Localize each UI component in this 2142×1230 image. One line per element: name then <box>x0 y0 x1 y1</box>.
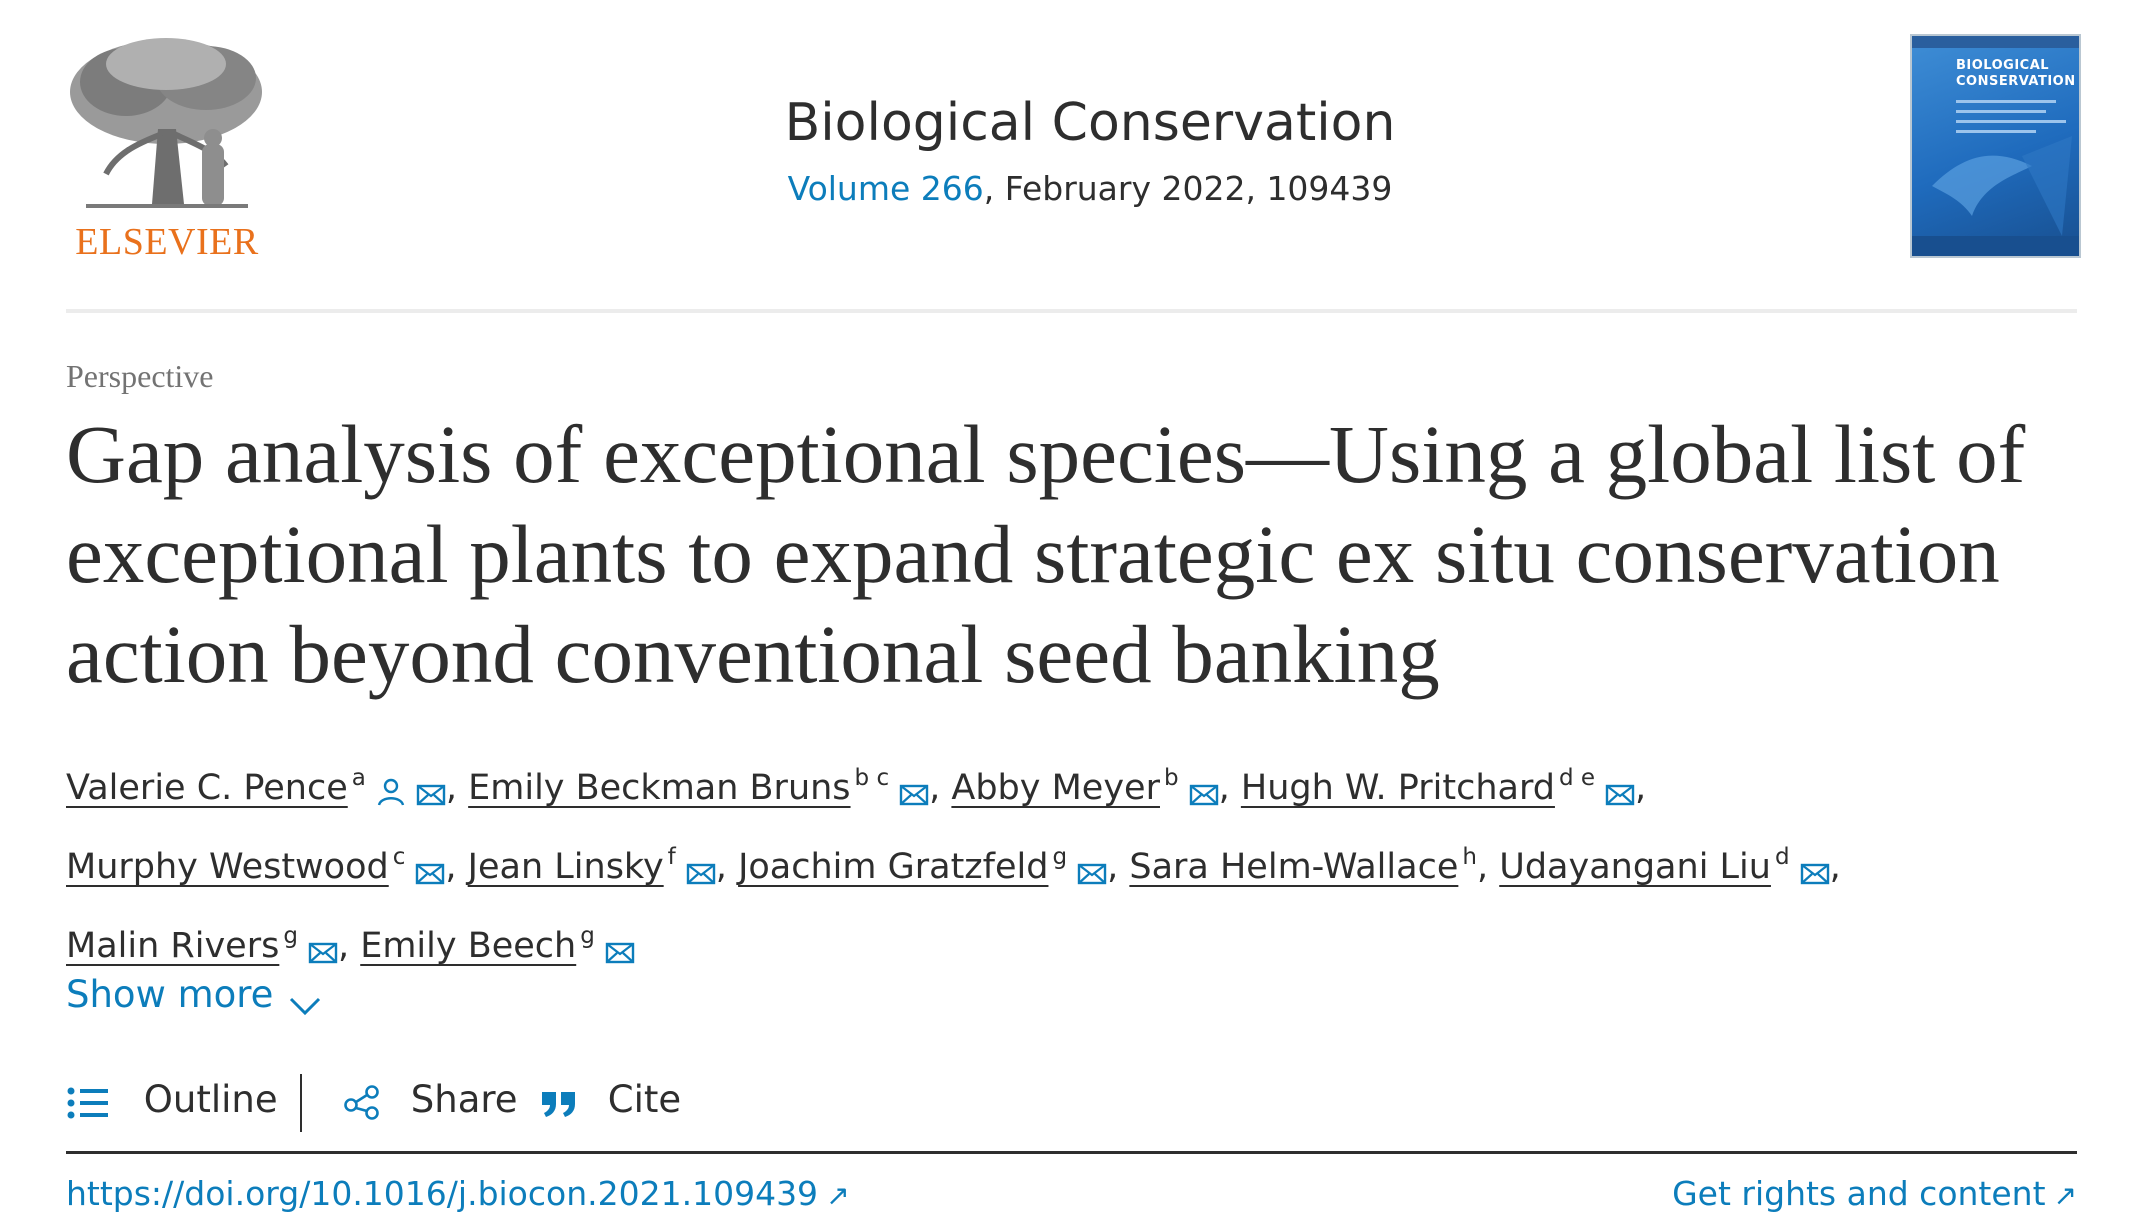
doi-url: https://doi.org/10.1016/j.biocon.2021.10… <box>66 1174 819 1213</box>
author-separator: , <box>929 768 941 808</box>
volume-link[interactable]: Volume 266 <box>788 169 984 208</box>
author-separator: , <box>337 926 350 966</box>
get-rights-label: Get rights and content <box>1672 1174 2046 1213</box>
author-separator: , <box>1829 847 1841 887</box>
email-icon[interactable] <box>415 845 445 906</box>
author-affiliation[interactable]: f <box>668 844 676 870</box>
article-title: Gap analysis of exceptional species—Usin… <box>66 408 2026 700</box>
author-name-link[interactable]: Udayangani Liu <box>1499 847 1771 887</box>
share-label: Share <box>410 1078 518 1121</box>
author-item: Murphy Westwood c, <box>66 844 468 887</box>
person-icon[interactable] <box>376 766 406 827</box>
author-separator: , <box>1107 847 1119 887</box>
share-button[interactable]: Share <box>343 1070 518 1134</box>
author-item: Emily Beech g <box>360 923 635 966</box>
author-list: Valerie C. Pence a, Emily Beckman Bruns b … <box>66 748 2077 985</box>
author-item: Sara Helm-Wallace h, <box>1129 844 1499 887</box>
toolbar-divider <box>300 1074 302 1132</box>
email-icon[interactable] <box>1077 845 1107 906</box>
author-name-link[interactable]: Hugh W. Pritchard <box>1241 768 1555 808</box>
chevron-down-icon <box>290 997 321 1016</box>
author-item: Jean Linsky f, <box>468 844 738 887</box>
author-separator: , <box>445 847 457 887</box>
list-icon <box>67 1087 108 1119</box>
email-icon[interactable] <box>605 924 635 985</box>
author-item: Udayangani Liu d, <box>1499 844 1841 887</box>
author-item: Abby Meyer b, <box>951 765 1240 808</box>
email-icon[interactable] <box>416 766 446 827</box>
get-rights-link[interactable]: Get rights and content ↗ <box>1672 1174 2077 1213</box>
email-icon[interactable] <box>686 845 716 906</box>
outline-button[interactable]: Outline <box>66 1070 278 1134</box>
email-icon[interactable] <box>899 766 929 827</box>
cover-title-line2: CONSERVATION <box>1956 74 2076 89</box>
issue-date-and-number: , February 2022, 109439 <box>983 169 1393 208</box>
author-line-3: Malin Rivers g, Emily Beech g <box>66 906 2077 985</box>
elsevier-logo[interactable]: ELSEVIER <box>66 34 268 263</box>
author-item: Malin Rivers g, <box>66 923 360 966</box>
author-line-2: Murphy Westwood c, Jean Linsky f, Joachim … <box>66 827 2077 906</box>
outline-label: Outline <box>143 1078 278 1121</box>
author-affiliation[interactable]: d e <box>1559 765 1595 791</box>
external-link-icon: ↗ <box>2053 1179 2077 1212</box>
email-icon[interactable] <box>1605 766 1635 827</box>
author-line-1: Valerie C. Pence a, Emily Beckman Bruns b … <box>66 748 2077 827</box>
cover-title-line1: BIOLOGICAL <box>1956 58 2050 73</box>
external-link-icon: ↗ <box>826 1179 850 1212</box>
cite-button[interactable]: Cite <box>540 1070 681 1134</box>
email-icon[interactable] <box>1800 845 1830 906</box>
author-separator: , <box>715 847 727 887</box>
author-item: Valerie C. Pence a, <box>66 765 468 808</box>
cite-label: Cite <box>607 1078 682 1121</box>
author-name-link[interactable]: Valerie C. Pence <box>66 768 348 808</box>
author-affiliation[interactable]: a <box>352 765 366 791</box>
show-more-label: Show more <box>66 973 274 1016</box>
author-affiliation[interactable]: g <box>580 923 595 949</box>
author-name-link[interactable]: Emily Beech <box>360 926 576 966</box>
author-separator: , <box>1635 768 1647 808</box>
journal-title[interactable]: Biological Conservation <box>540 88 1640 158</box>
author-separator: , <box>1476 847 1489 887</box>
show-more-button[interactable]: Show more <box>66 973 323 1017</box>
author-name-link[interactable]: Jean Linsky <box>468 847 664 887</box>
header-divider <box>66 309 2077 313</box>
author-item: Emily Beckman Bruns b c, <box>468 765 951 808</box>
author-separator: , <box>445 768 457 808</box>
author-affiliation[interactable]: b c <box>855 765 890 791</box>
author-item: Hugh W. Pritchard d e, <box>1241 765 1647 808</box>
author-name-link[interactable]: Abby Meyer <box>951 768 1160 808</box>
author-affiliation[interactable]: c <box>393 844 406 870</box>
journal-cover-thumbnail[interactable]: BIOLOGICAL CONSERVATION <box>1910 34 2081 258</box>
journal-issue-info: Volume 266, February 2022, 109439 <box>540 164 1640 214</box>
author-affiliation[interactable]: g <box>1052 844 1067 870</box>
cover-title: BIOLOGICAL CONSERVATION <box>1956 58 2076 90</box>
author-affiliation[interactable]: d <box>1775 844 1790 870</box>
quote-icon <box>542 1092 575 1117</box>
share-icon <box>344 1085 379 1120</box>
author-name-link[interactable]: Malin Rivers <box>66 926 279 966</box>
doi-link[interactable]: https://doi.org/10.1016/j.biocon.2021.10… <box>66 1174 850 1213</box>
author-affiliation[interactable]: b <box>1164 765 1179 791</box>
toolbar-divider-line <box>66 1151 2077 1154</box>
author-name-link[interactable]: Murphy Westwood <box>66 847 389 887</box>
elsevier-wordmark: ELSEVIER <box>75 221 259 263</box>
author-item: Joachim Gratzfeld g, <box>738 844 1129 887</box>
article-type-label: Perspective <box>66 358 214 394</box>
email-icon[interactable] <box>1189 766 1219 827</box>
journal-header: Biological Conservation Volume 266, Febr… <box>540 88 1640 214</box>
author-affiliation[interactable]: h <box>1462 844 1477 870</box>
tree-of-knowledge-icon <box>66 34 268 214</box>
author-name-link[interactable]: Emily Beckman Bruns <box>468 768 850 808</box>
author-name-link[interactable]: Joachim Gratzfeld <box>738 847 1048 887</box>
author-affiliation[interactable]: g <box>283 923 298 949</box>
author-name-link[interactable]: Sara Helm-Wallace <box>1129 847 1458 887</box>
author-separator: , <box>1218 768 1230 808</box>
